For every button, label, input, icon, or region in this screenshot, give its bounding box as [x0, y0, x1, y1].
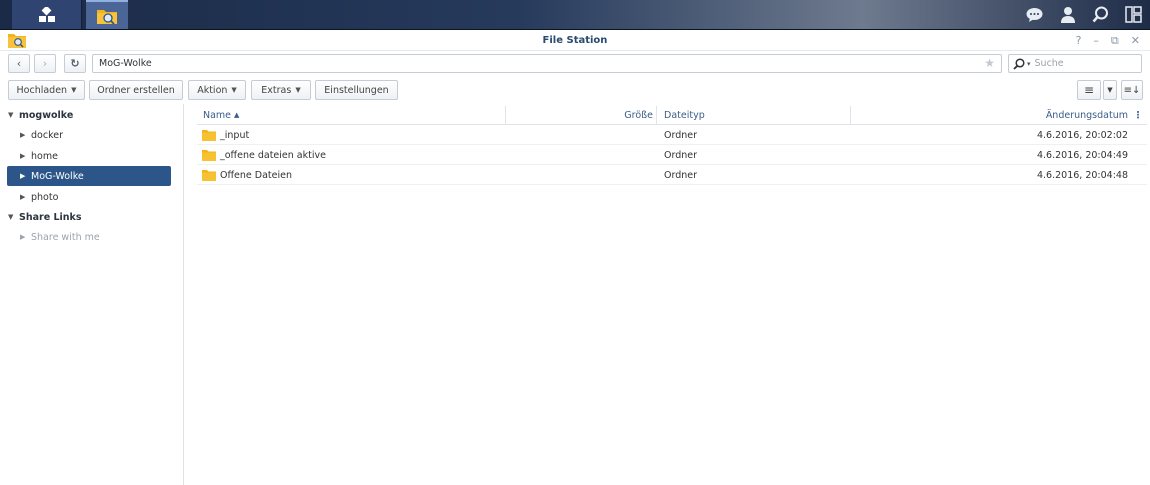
- column-header-modified[interactable]: Änderungsdatum: [851, 105, 1128, 125]
- refresh-button[interactable]: ↻: [64, 54, 86, 73]
- main-menu-icon: [38, 6, 55, 22]
- extras-button[interactable]: Extras ▼: [251, 80, 311, 100]
- file-size-cell: [506, 165, 653, 185]
- upload-button[interactable]: Hochladen ▼: [8, 80, 85, 100]
- file-name-cell: _offene dateien aktive: [202, 145, 326, 165]
- table-row[interactable]: Offene Dateien Ordner 4.6.2016, 20:04:48: [197, 165, 1147, 185]
- file-name-cell: Offene Dateien: [202, 165, 292, 185]
- search-button[interactable]: [1084, 0, 1117, 29]
- file-name-cell: _input: [202, 125, 249, 145]
- table-row[interactable]: _offene dateien aktive Ordner 4.6.2016, …: [197, 145, 1147, 165]
- view-dropdown-button[interactable]: ▼: [1103, 80, 1117, 100]
- action-button[interactable]: Aktion ▼: [188, 80, 246, 100]
- refresh-icon: ↻: [70, 57, 80, 70]
- column-header-type[interactable]: Dateityp: [664, 105, 705, 125]
- taskbar-tray: [1018, 0, 1150, 29]
- chevron-left-icon: ‹: [16, 57, 22, 70]
- file-size-cell: [506, 125, 653, 145]
- sidebar-item-photo[interactable]: ▶ photo: [20, 187, 172, 207]
- main-menu-button[interactable]: [12, 0, 82, 29]
- file-modified-cell: 4.6.2016, 20:04:49: [1036, 149, 1128, 161]
- chevron-down-icon: ▼: [295, 86, 301, 94]
- sidebar-item-mog-wolke[interactable]: ▶ MoG-Wolke: [7, 166, 171, 186]
- caret-right-icon: ▶: [20, 131, 26, 139]
- file-type-cell: Ordner: [664, 129, 698, 141]
- search-placeholder: Suche: [1034, 58, 1064, 69]
- close-icon[interactable]: ✕: [1131, 34, 1140, 48]
- sidebar-item-mogwolke[interactable]: ▼ mogwolke: [8, 105, 172, 125]
- sort-icon: ≡↓: [1123, 84, 1141, 96]
- window-titlebar: File Station ? – ⧉ ✕: [0, 31, 1150, 51]
- file-size-cell: [506, 145, 653, 165]
- user-button[interactable]: [1051, 0, 1084, 29]
- chevron-right-icon: ›: [42, 57, 48, 70]
- search-icon: [1092, 6, 1108, 23]
- sort-button[interactable]: ≡↓: [1121, 80, 1143, 100]
- settings-button[interactable]: Einstellungen: [315, 80, 398, 100]
- caret-right-icon: ▶: [20, 233, 26, 241]
- widgets-button[interactable]: [1117, 0, 1150, 29]
- caret-right-icon: ▶: [20, 193, 26, 201]
- chevron-down-icon: ▾: [1027, 59, 1031, 68]
- caret-down-icon: ▼: [8, 213, 14, 221]
- file-type-cell: Ordner: [664, 149, 698, 161]
- window-controls: ? – ⧉ ✕: [1076, 34, 1140, 48]
- path-field[interactable]: MoG-Wolke ★: [92, 54, 1002, 73]
- chevron-down-icon: ▼: [71, 86, 77, 94]
- chat-icon: [1026, 7, 1043, 22]
- folder-icon: [202, 169, 216, 181]
- back-button[interactable]: ‹: [8, 54, 30, 73]
- file-station-icon: [97, 9, 117, 25]
- minimize-icon[interactable]: –: [1093, 34, 1099, 48]
- search-icon: [1013, 57, 1025, 70]
- file-list: Name ▲ Größe Dateityp Änderungsdatum ⋮ _…: [197, 105, 1147, 185]
- caret-right-icon: ▶: [20, 152, 26, 160]
- chat-button[interactable]: [1018, 0, 1051, 29]
- column-header-size[interactable]: Größe: [506, 105, 653, 125]
- search-input[interactable]: ▾ Suche: [1008, 54, 1142, 73]
- file-modified-cell: 4.6.2016, 20:02:02: [1036, 129, 1128, 141]
- chevron-down-icon: ▼: [1107, 86, 1113, 94]
- sidebar-item-share-links[interactable]: ▼ Share Links: [8, 207, 172, 227]
- folder-icon: [202, 129, 216, 141]
- chevron-down-icon: ▼: [231, 86, 237, 94]
- create-folder-button[interactable]: Ordner erstellen: [89, 80, 183, 100]
- folder-icon: [202, 149, 216, 161]
- widgets-icon: [1125, 6, 1142, 23]
- sort-ascending-icon: ▲: [234, 111, 240, 119]
- file-station-taskbar-button[interactable]: [86, 0, 128, 29]
- restore-icon[interactable]: ⧉: [1111, 34, 1119, 48]
- taskbar: [0, 0, 1150, 30]
- caret-right-icon: ▶: [20, 172, 26, 180]
- sidebar-item-docker[interactable]: ▶ docker: [20, 125, 172, 145]
- table-row[interactable]: _input Ordner 4.6.2016, 20:02:02: [197, 125, 1147, 145]
- list-view-icon: ≡: [1083, 83, 1095, 97]
- column-options-icon[interactable]: ⋮: [1133, 105, 1143, 125]
- window-title: File Station: [542, 35, 608, 46]
- user-icon: [1060, 7, 1075, 23]
- column-header-name[interactable]: Name ▲: [203, 105, 239, 125]
- sidebar: ▼ mogwolke ▶ docker ▶ home ▶ MoG-Wolke ▶…: [0, 104, 184, 485]
- navigation-bar: ‹ › ↻ MoG-Wolke ★ ▾ Suche: [0, 53, 1150, 75]
- list-view-button[interactable]: ≡: [1077, 80, 1101, 100]
- file-type-cell: Ordner: [664, 169, 698, 181]
- star-icon[interactable]: ★: [984, 56, 995, 70]
- help-icon[interactable]: ?: [1076, 34, 1082, 48]
- sidebar-item-home[interactable]: ▶ home: [20, 146, 172, 166]
- toolbar: Hochladen ▼ Ordner erstellen Aktion ▼ Extr…: [0, 79, 1150, 101]
- file-modified-cell: 4.6.2016, 20:04:48: [1036, 169, 1128, 181]
- list-header: Name ▲ Größe Dateityp Änderungsdatum ⋮: [197, 105, 1147, 125]
- path-text: MoG-Wolke: [99, 58, 152, 69]
- caret-down-icon: ▼: [8, 111, 14, 119]
- sidebar-item-share-with-me[interactable]: ▶ Share with me: [20, 227, 172, 247]
- column-divider[interactable]: [656, 106, 657, 124]
- forward-button[interactable]: ›: [34, 54, 56, 73]
